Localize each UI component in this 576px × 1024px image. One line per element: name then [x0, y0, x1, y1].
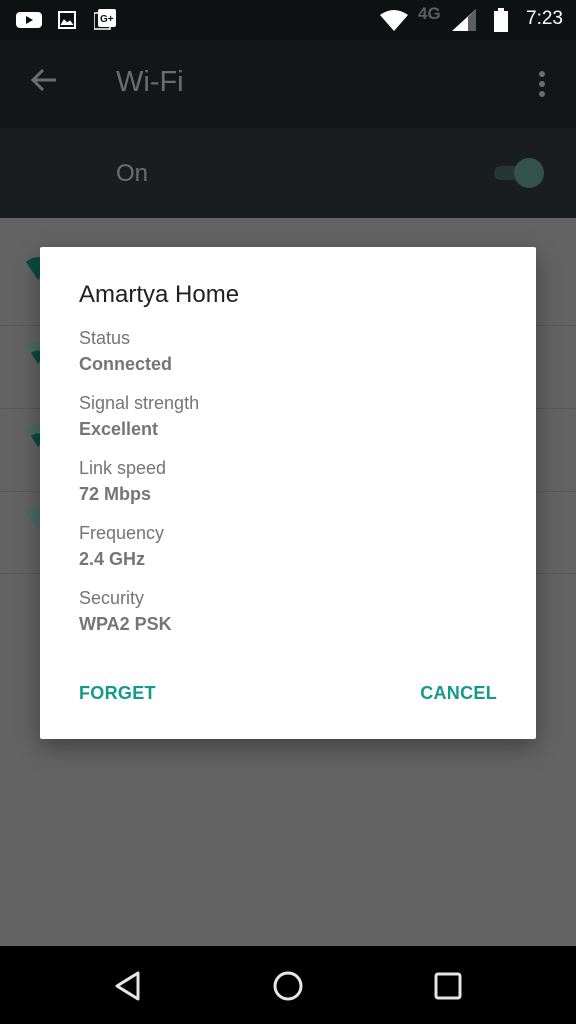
dialog-title: Amartya Home: [79, 281, 240, 308]
status-bar: G+ 4G 7:23: [0, 0, 576, 40]
field-label: Security: [79, 588, 145, 608]
app-bar: Wi-Fi: [0, 40, 576, 128]
field-label: Link speed: [79, 458, 167, 478]
frequency-field: Frequency 2.4 GHz: [79, 520, 164, 572]
svg-text:G+: G+: [100, 14, 114, 25]
field-label: Status: [79, 328, 131, 348]
clock: 7:23: [526, 8, 563, 29]
forget-button[interactable]: FORGET: [79, 683, 156, 704]
field-label: Frequency: [79, 523, 165, 543]
nav-home-icon[interactable]: [266, 964, 310, 1008]
security-field: Security WPA2 PSK: [79, 585, 172, 637]
wifi-toggle-label: On: [116, 160, 149, 187]
field-value: WPA2 PSK: [79, 614, 172, 634]
battery-icon: [494, 0, 508, 40]
status-field: Status Connected: [79, 325, 172, 377]
nav-back-icon[interactable]: [106, 964, 150, 1008]
cellular-signal-icon: [452, 0, 476, 40]
field-value: 72 Mbps: [79, 484, 152, 504]
navigation-bar: [0, 946, 576, 1024]
wifi-toggle-row[interactable]: On: [0, 128, 576, 218]
field-value: 2.4 GHz: [79, 549, 146, 569]
youtube-icon: [16, 0, 42, 40]
page-title: Wi-Fi: [116, 66, 184, 98]
wifi-signal-icon: [380, 0, 408, 40]
more-vert-icon[interactable]: [538, 70, 546, 103]
arrow-back-icon[interactable]: [28, 64, 60, 101]
field-label: Signal strength: [79, 393, 200, 413]
field-value: Connected: [79, 354, 173, 374]
signal-strength-field: Signal strength Excellent: [79, 390, 199, 442]
field-value: Excellent: [79, 419, 159, 439]
wifi-switch[interactable]: [494, 158, 544, 188]
network-type: 4G: [418, 4, 441, 23]
gallery-icon: [58, 0, 76, 40]
cancel-button[interactable]: CANCEL: [420, 683, 497, 704]
google-plus-icon: G+: [94, 0, 116, 40]
network-details-dialog: Amartya Home Status Connected Signal str…: [40, 247, 536, 739]
switch-thumb: [514, 158, 544, 188]
link-speed-field: Link speed 72 Mbps: [79, 455, 166, 507]
nav-recents-icon[interactable]: [426, 964, 470, 1008]
